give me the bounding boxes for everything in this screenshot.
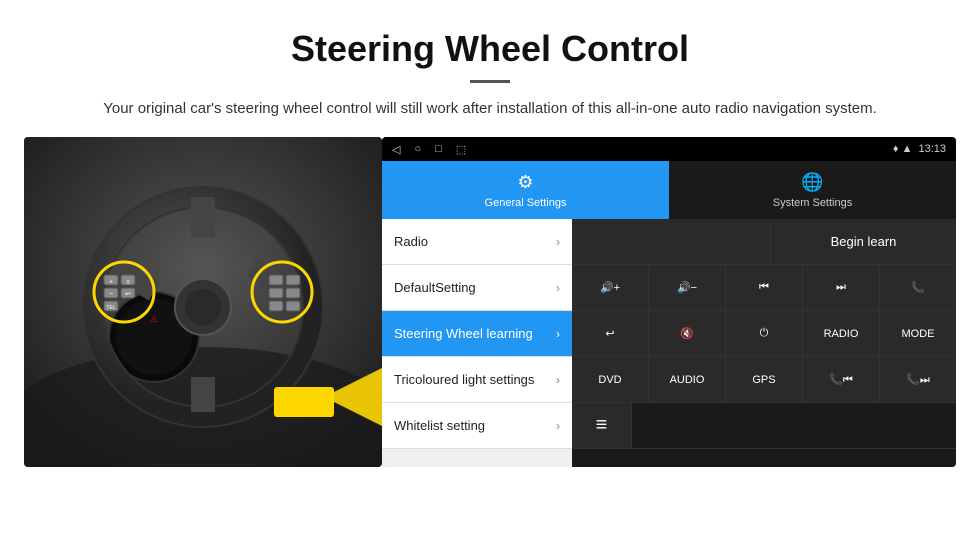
menu-item-whitelist-label: Whitelist setting	[394, 418, 485, 433]
phone-next-button[interactable]: 📞⏭	[880, 357, 956, 402]
top-row: Begin learn	[572, 219, 956, 265]
tab-general-label: General Settings	[485, 197, 567, 209]
back-icon[interactable]: ◁	[392, 143, 400, 156]
content-area: ⚠	[0, 137, 980, 467]
phone-prev-button[interactable]: 📞⏮	[803, 357, 880, 402]
menu-item-steering-wheel[interactable]: Steering Wheel learning ›	[382, 311, 572, 357]
mode-label: MODE	[902, 328, 935, 340]
audio-label: AUDIO	[670, 374, 705, 386]
svg-text:≡: ≡	[126, 280, 130, 286]
recent-icon[interactable]: □	[435, 143, 442, 155]
next-button[interactable]: ⏭	[803, 265, 880, 310]
hamburger-icon: ≡	[596, 414, 608, 437]
gps-button[interactable]: GPS	[726, 357, 803, 402]
main-content: Radio › DefaultSetting › Steering Wheel …	[382, 219, 956, 467]
tab-system-label: System Settings	[773, 197, 852, 209]
phone-button[interactable]: 📞	[880, 265, 956, 310]
vol-down-icon: 🔊−	[677, 281, 697, 294]
power-icon: ⏻	[760, 327, 769, 340]
audio-button[interactable]: AUDIO	[649, 357, 726, 402]
general-settings-icon: ⚙	[517, 172, 533, 193]
phone-next-icon: 📞⏭	[906, 373, 930, 387]
menu-item-default-label: DefaultSetting	[394, 280, 476, 295]
gps-label: GPS	[752, 374, 775, 386]
menu-icon-button[interactable]: ≡	[572, 403, 632, 448]
radio-button[interactable]: RADIO	[803, 311, 880, 356]
mute-icon: 🔇	[680, 327, 694, 340]
button-row-1: 🔊+ 🔊− ⏮ ⏭ 📞	[572, 265, 956, 311]
tab-system-settings[interactable]: 🌐 System Settings	[669, 161, 956, 219]
button-row-4: ≡	[572, 403, 956, 449]
radio-label: RADIO	[824, 328, 859, 340]
svg-text:−: −	[109, 291, 113, 298]
android-panel: ◁ ○ □ ⬚ ♦ ▲ 13:13 ⚙ General Settings 🌐	[382, 137, 956, 467]
back-call-icon: ↩	[605, 327, 614, 340]
tab-bar: ⚙ General Settings 🌐 System Settings	[382, 161, 956, 219]
menu-item-whitelist[interactable]: Whitelist setting ›	[382, 403, 572, 449]
home-icon[interactable]: ○	[414, 143, 421, 155]
menu-item-steering-label: Steering Wheel learning	[394, 326, 533, 341]
steering-wheel-image: ⚠	[24, 137, 382, 467]
svg-text:⚠: ⚠	[150, 315, 157, 324]
menu-list: Radio › DefaultSetting › Steering Wheel …	[382, 219, 572, 467]
system-settings-icon: 🌐	[801, 172, 823, 193]
svg-text:TEL: TEL	[106, 305, 115, 311]
begin-learn-button[interactable]: Begin learn	[771, 219, 956, 264]
menu-item-radio-label: Radio	[394, 234, 428, 249]
prev-icon: ⏮	[759, 281, 769, 294]
dvd-label: DVD	[598, 374, 621, 386]
phone-icon: 📞	[911, 281, 925, 294]
header-section: Steering Wheel Control Your original car…	[0, 0, 980, 137]
subtitle-text: Your original car's steering wheel contr…	[60, 97, 920, 121]
tab-general-settings[interactable]: ⚙ General Settings	[382, 161, 669, 219]
svg-text:↩: ↩	[125, 291, 131, 298]
chevron-icon: ›	[556, 281, 560, 295]
prev-button[interactable]: ⏮	[726, 265, 803, 310]
phone-prev-icon: 📞⏮	[829, 373, 853, 387]
status-bar-left: ◁ ○ □ ⬚	[392, 143, 466, 156]
button-row-3: DVD AUDIO GPS 📞⏮ 📞⏭	[572, 357, 956, 403]
vol-down-button[interactable]: 🔊−	[649, 265, 726, 310]
page-title: Steering Wheel Control	[60, 28, 920, 70]
back-call-button[interactable]: ↩	[572, 311, 649, 356]
time-display: 13:13	[918, 143, 946, 155]
controls-area: Begin learn 🔊+ 🔊− ⏮	[572, 219, 956, 467]
mode-button[interactable]: MODE	[880, 311, 956, 356]
screenshot-icon[interactable]: ⬚	[456, 143, 466, 156]
menu-item-tricoloured-label: Tricoloured light settings	[394, 372, 534, 387]
dvd-button[interactable]: DVD	[572, 357, 649, 402]
menu-item-tricoloured[interactable]: Tricoloured light settings ›	[382, 357, 572, 403]
mute-button[interactable]: 🔇	[649, 311, 726, 356]
menu-item-radio[interactable]: Radio ›	[382, 219, 572, 265]
button-row-2: ↩ 🔇 ⏻ RADIO MODE	[572, 311, 956, 357]
menu-item-default-setting[interactable]: DefaultSetting ›	[382, 265, 572, 311]
next-icon: ⏭	[836, 281, 846, 294]
chevron-icon: ›	[556, 373, 560, 387]
chevron-icon: ›	[556, 235, 560, 249]
vol-up-icon: 🔊+	[600, 281, 620, 294]
chevron-icon: ›	[556, 419, 560, 433]
signal-icon: ♦ ▲	[893, 143, 913, 155]
status-bar-right: ♦ ▲ 13:13	[893, 143, 946, 155]
vol-up-button[interactable]: 🔊+	[572, 265, 649, 310]
empty-display	[572, 219, 771, 264]
status-bar: ◁ ○ □ ⬚ ♦ ▲ 13:13	[382, 137, 956, 161]
svg-text:+: +	[109, 279, 113, 286]
chevron-icon: ›	[556, 327, 560, 341]
page-wrapper: Steering Wheel Control Your original car…	[0, 0, 980, 467]
power-button[interactable]: ⏻	[726, 311, 803, 356]
title-divider	[470, 80, 510, 83]
